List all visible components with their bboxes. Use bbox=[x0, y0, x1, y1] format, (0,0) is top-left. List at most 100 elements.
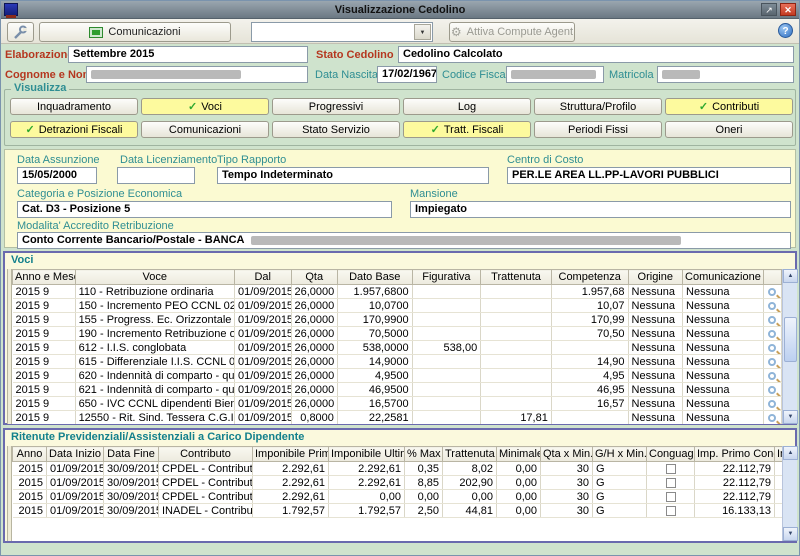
visualizza-button-voci[interactable]: ✓Voci bbox=[141, 98, 269, 115]
scrollbar-thumb[interactable] bbox=[784, 317, 797, 362]
visualizza-button-comunicazioni[interactable]: Comunicazioni bbox=[141, 121, 269, 138]
column-header[interactable]: Anno bbox=[13, 447, 47, 462]
column-header[interactable]: Figurativa bbox=[412, 270, 481, 285]
table-cell: 30 bbox=[541, 476, 593, 490]
visualizza-button-stato-servizio[interactable]: Stato Servizio bbox=[272, 121, 400, 138]
table-row[interactable]: 2015 9615 - Differenziale I.I.S. CCNL 02… bbox=[13, 355, 782, 369]
table-row[interactable]: 201501/09/201530/09/2015CPDEL - Contribu… bbox=[13, 476, 783, 490]
accredito-field[interactable]: Conto Corrente Bancario/Postale - BANCA bbox=[17, 232, 791, 249]
table-row[interactable]: 201501/09/201530/09/2015CPDEL - Contribu… bbox=[13, 490, 783, 504]
visualizza-button-log[interactable]: Log bbox=[403, 98, 531, 115]
data-licenziamento-field[interactable] bbox=[117, 167, 195, 184]
table-row[interactable]: 2015 9620 - Indennità di comparto - quot… bbox=[13, 369, 782, 383]
column-header[interactable]: Trattenuta bbox=[443, 447, 497, 462]
maximize-icon[interactable]: ↗ bbox=[761, 3, 777, 16]
chevron-down-icon[interactable]: ▼ bbox=[414, 24, 431, 40]
table-cell: 01/09/2015 bbox=[235, 411, 292, 425]
elaborazione-field[interactable]: Settembre 2015 bbox=[68, 46, 308, 63]
scroll-up-icon[interactable]: ▲ bbox=[783, 446, 798, 460]
magnifier-icon[interactable] bbox=[768, 288, 776, 296]
help-icon[interactable]: ? bbox=[778, 23, 793, 38]
column-header[interactable]: Data Inizio bbox=[47, 447, 104, 462]
column-header[interactable]: Comunicazione bbox=[683, 270, 764, 285]
table-row[interactable]: 201501/09/201530/09/2015CPDEL - Contribu… bbox=[13, 462, 783, 476]
visualizza-button-periodi-fissi[interactable]: Periodi Fissi bbox=[534, 121, 662, 138]
table-cell bbox=[412, 397, 481, 411]
magnifier-icon[interactable] bbox=[768, 386, 776, 394]
table-cell: 30 bbox=[541, 462, 593, 476]
magnifier-icon[interactable] bbox=[768, 358, 776, 366]
column-header[interactable]: % Max bbox=[405, 447, 443, 462]
visualizza-button-contributi[interactable]: ✓Contributi bbox=[665, 98, 793, 115]
column-header[interactable] bbox=[763, 270, 781, 285]
centro-costo-field[interactable]: PER.LE AREA LL.PP-LAVORI PUBBLICI bbox=[507, 167, 791, 184]
magnifier-icon[interactable] bbox=[768, 302, 776, 310]
magnifier-icon[interactable] bbox=[768, 400, 776, 408]
stato-cedolino-field[interactable]: Cedolino Calcolato bbox=[398, 46, 794, 63]
conguaglio-checkbox[interactable] bbox=[666, 478, 676, 488]
ritenute-scrollbar[interactable]: ▲ ▼ bbox=[782, 446, 797, 541]
visualizza-button-inquadramento[interactable]: Inquadramento bbox=[10, 98, 138, 115]
table-row[interactable]: 2015 9150 - Incremento PEO CCNL 02-0501/… bbox=[13, 299, 782, 313]
conguaglio-checkbox[interactable] bbox=[666, 506, 676, 516]
table-row[interactable]: 2015 9621 - Indennità di comparto - quot… bbox=[13, 383, 782, 397]
visualizza-button-struttura-profilo[interactable]: Struttura/Profilo bbox=[534, 98, 662, 115]
magnifier-icon[interactable] bbox=[768, 316, 776, 324]
table-row[interactable]: 2015 9190 - Incremento Retribuzione ordi… bbox=[13, 327, 782, 341]
column-header[interactable]: Imponibile Ultimo bbox=[329, 447, 405, 462]
column-header[interactable]: Anno e Mese bbox=[13, 270, 76, 285]
mansione-field[interactable]: Impiegato bbox=[410, 201, 791, 218]
column-header[interactable]: Competenza bbox=[551, 270, 628, 285]
visualizza-button-oneri[interactable]: Oneri bbox=[665, 121, 793, 138]
column-header[interactable]: Contributo bbox=[159, 447, 253, 462]
column-header[interactable]: Voce bbox=[75, 270, 234, 285]
table-row[interactable]: 201501/09/201530/09/2015INADEL - Contrib… bbox=[13, 504, 783, 518]
data-nascita-field[interactable]: 17/02/1967 bbox=[377, 66, 437, 83]
visualizza-button-tratt-fiscali[interactable]: ✓Tratt. Fiscali bbox=[403, 121, 531, 138]
attiva-compute-agent-button[interactable]: ⚙ Attiva Compute Agent bbox=[449, 22, 575, 42]
column-header[interactable]: Conguaglio bbox=[647, 447, 695, 462]
column-header[interactable]: Imponibile Primo bbox=[253, 447, 329, 462]
column-header[interactable]: Minimale bbox=[497, 447, 541, 462]
scroll-down-icon[interactable]: ▼ bbox=[783, 527, 798, 541]
column-header[interactable]: Qta bbox=[291, 270, 337, 285]
column-header[interactable]: Dal bbox=[235, 270, 292, 285]
column-header[interactable]: Qta x Min... bbox=[541, 447, 593, 462]
tipo-rapporto-field[interactable]: Tempo Indeterminato bbox=[217, 167, 489, 184]
column-header[interactable]: Imp. Primo Cong. bbox=[695, 447, 775, 462]
conguaglio-checkbox[interactable] bbox=[666, 464, 676, 474]
scroll-up-icon[interactable]: ▲ bbox=[783, 269, 798, 283]
scroll-down-icon[interactable]: ▼ bbox=[783, 410, 798, 424]
column-header[interactable]: Imp. U bbox=[775, 447, 783, 462]
table-row[interactable]: 2015 9110 - Retribuzione ordinaria01/09/… bbox=[13, 285, 782, 299]
magnifier-icon[interactable] bbox=[768, 344, 776, 352]
tools-button[interactable] bbox=[7, 22, 34, 42]
table-row[interactable]: 2015 9155 - Progress. Ec. Orizzontale01/… bbox=[13, 313, 782, 327]
conguaglio-checkbox[interactable] bbox=[666, 492, 676, 502]
visualizza-button-progressivi[interactable]: Progressivi bbox=[272, 98, 400, 115]
matricola-field[interactable] bbox=[657, 66, 794, 83]
data-assunzione-field[interactable]: 15/05/2000 bbox=[17, 167, 97, 184]
magnifier-icon[interactable] bbox=[768, 414, 776, 422]
table-row[interactable]: 2015 9650 - IVC CCNL dipendenti Biennio … bbox=[13, 397, 782, 411]
table-row[interactable]: 2015 9612 - I.I.S. conglobata01/09/20152… bbox=[13, 341, 782, 355]
toolbar-combobox[interactable]: ▼ bbox=[251, 22, 433, 42]
table-cell: 30 bbox=[541, 490, 593, 504]
close-icon[interactable]: ✕ bbox=[780, 3, 796, 16]
categoria-field[interactable]: Cat. D3 - Posizione 5 bbox=[17, 201, 392, 218]
magnifier-icon[interactable] bbox=[768, 372, 776, 380]
table-row[interactable]: 2015 912550 - Rit. Sind. Tessera C.G.I.L… bbox=[13, 411, 782, 425]
column-header[interactable]: Dato Base bbox=[337, 270, 412, 285]
table-cell: 12550 - Rit. Sind. Tessera C.G.I.L. bbox=[75, 411, 234, 425]
column-header[interactable]: Trattenuta bbox=[481, 270, 552, 285]
comunicazioni-button[interactable]: Comunicazioni bbox=[39, 22, 231, 42]
column-header[interactable]: Origine bbox=[628, 270, 682, 285]
column-header[interactable]: G/H x Min... bbox=[593, 447, 647, 462]
visualizza-button-detrazioni-fiscali[interactable]: ✓Detrazioni Fiscali bbox=[10, 121, 138, 138]
cognome-field[interactable] bbox=[86, 66, 308, 83]
voci-scrollbar[interactable]: ▲ ▼ bbox=[782, 269, 797, 424]
magnifier-icon[interactable] bbox=[768, 330, 776, 338]
column-header[interactable]: Data Fine bbox=[104, 447, 159, 462]
table-cell bbox=[412, 369, 481, 383]
codice-fiscale-field[interactable] bbox=[506, 66, 604, 83]
